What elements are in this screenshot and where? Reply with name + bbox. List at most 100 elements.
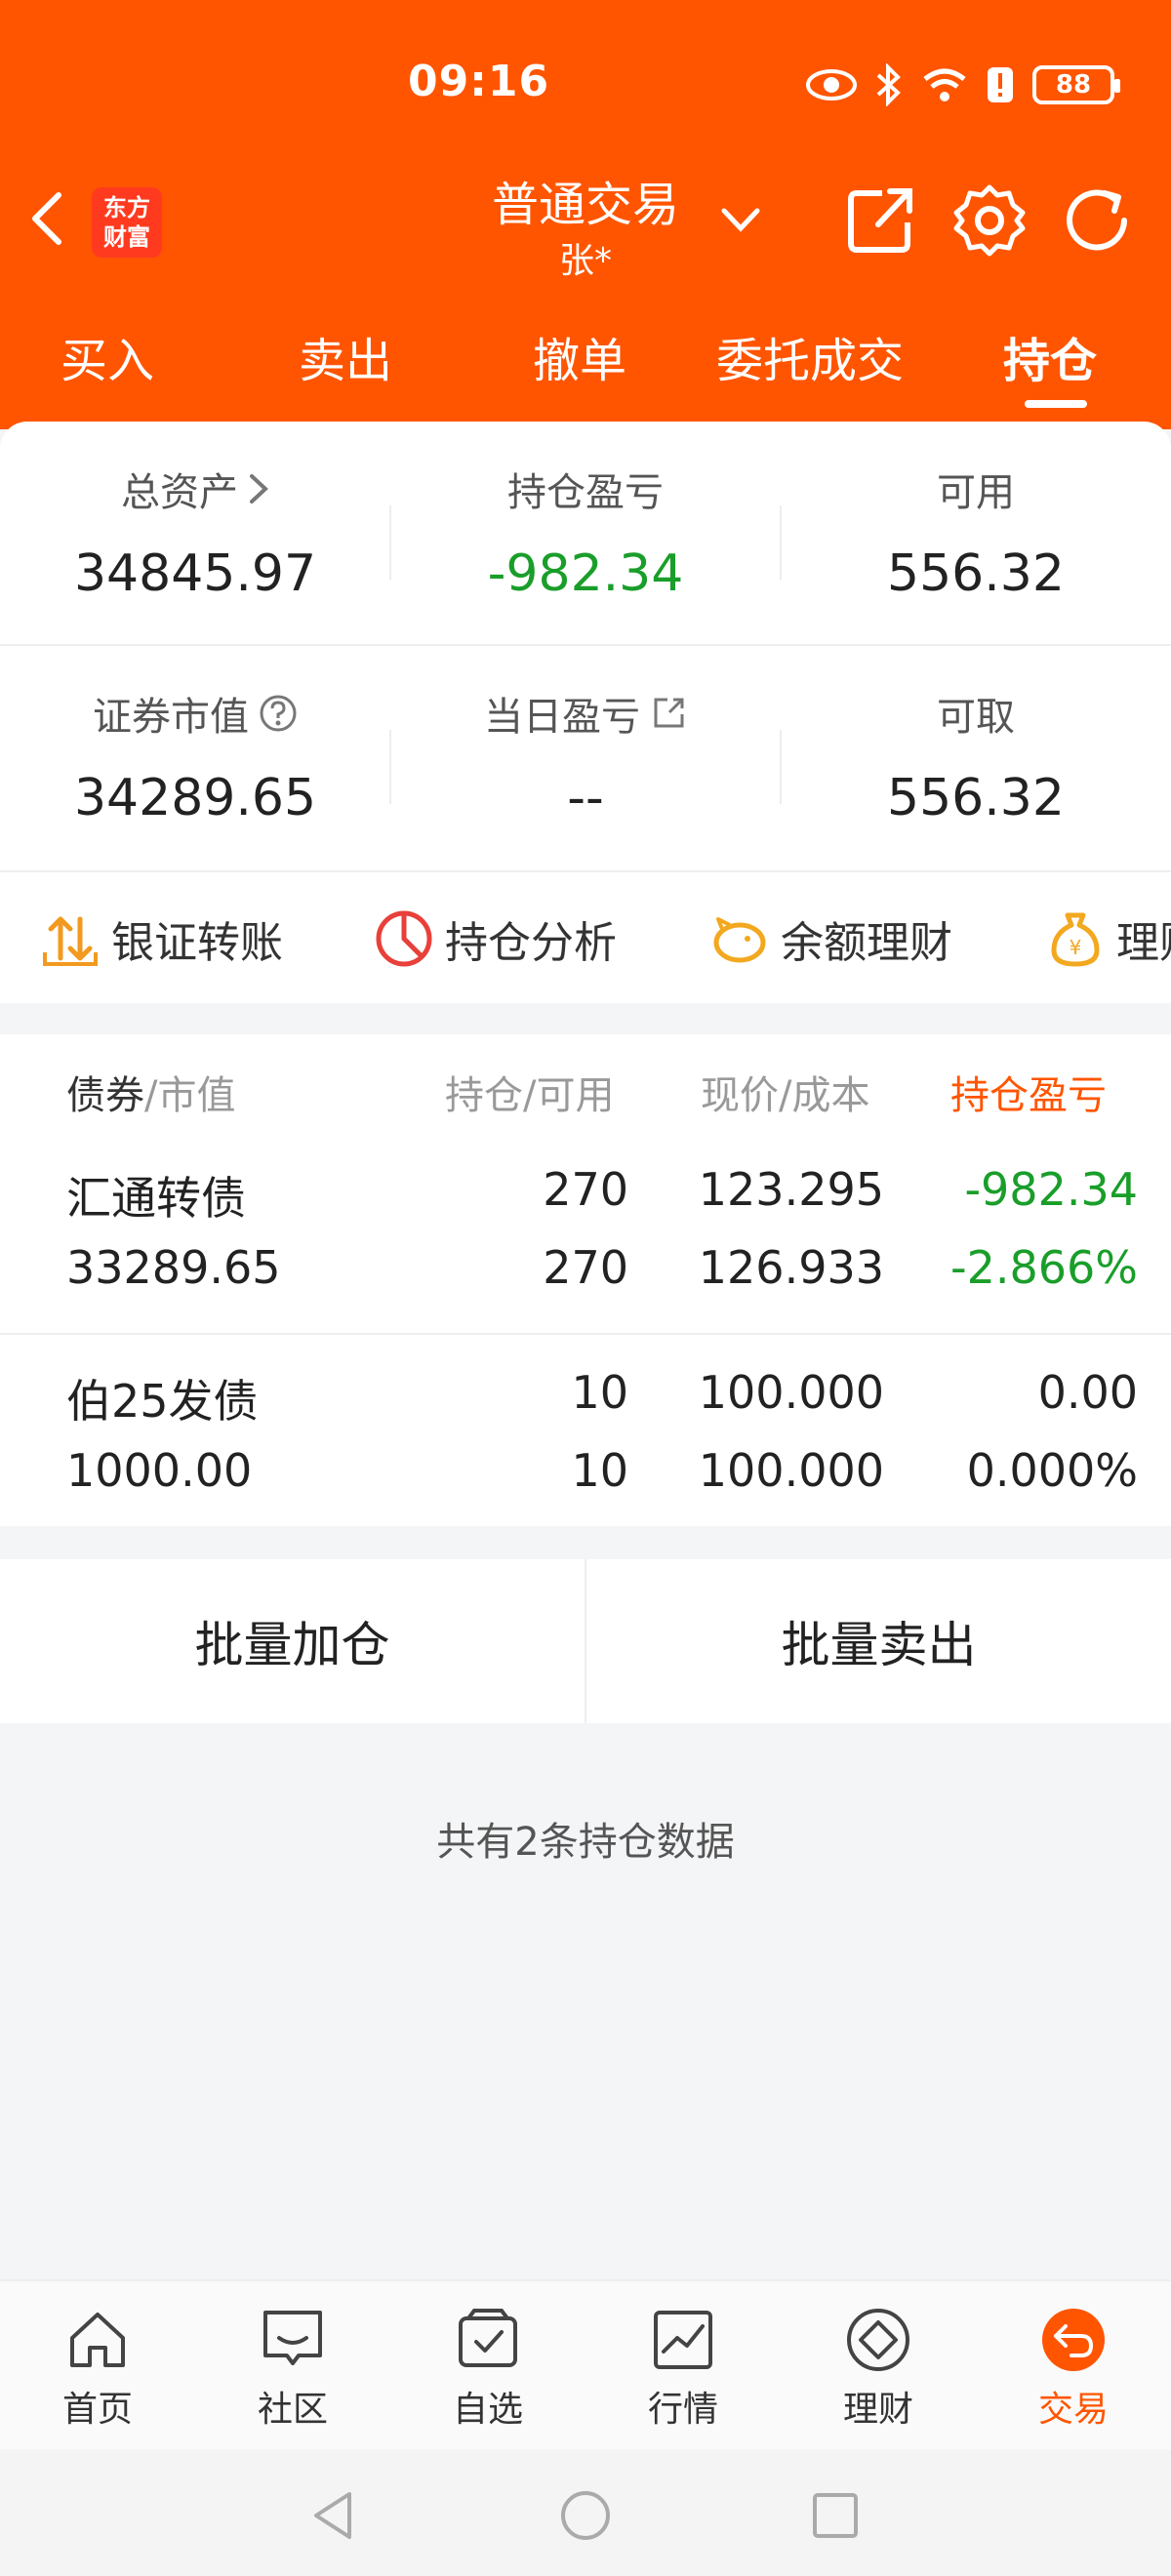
trade-return-icon bbox=[1042, 2309, 1105, 2371]
gear-icon[interactable] bbox=[952, 183, 1027, 258]
market-value-value: 34289.65 bbox=[73, 769, 317, 827]
bond-available: 270 bbox=[543, 1241, 628, 1294]
shortcut-position-analysis[interactable]: 持仓分析 bbox=[373, 906, 617, 972]
position-pl: 持仓盈亏 -982.34 bbox=[390, 422, 781, 648]
available-value: 556.32 bbox=[887, 544, 1065, 603]
share-icon[interactable] bbox=[843, 183, 917, 258]
bond-market-value: 1000.00 bbox=[66, 1444, 253, 1497]
chat-icon bbox=[263, 2311, 322, 2365]
position-pl-value: -982.34 bbox=[487, 544, 684, 603]
bond-cost: 126.933 bbox=[698, 1241, 884, 1294]
pie-chart-icon bbox=[376, 910, 432, 967]
bond-position: 10 bbox=[571, 1366, 628, 1419]
nav-market[interactable]: 行情 bbox=[586, 2305, 781, 2432]
nav-wealth[interactable]: 理财 bbox=[781, 2305, 976, 2432]
bond-available: 10 bbox=[571, 1444, 628, 1497]
tab-orders[interactable]: 委托成交 bbox=[716, 322, 904, 390]
nav-home[interactable]: 首页 bbox=[0, 2305, 195, 2432]
total-assets-label: 总资产 bbox=[121, 470, 238, 515]
bond-price: 100.000 bbox=[698, 1366, 884, 1419]
table-row[interactable]: 伯25发债 1000.00 10 10 100.000 100.000 0.00… bbox=[0, 1366, 1171, 1561]
total-assets[interactable]: 总资产 34845.97 bbox=[0, 422, 390, 648]
app-logo: 东方 财富 bbox=[92, 187, 162, 258]
help-icon[interactable] bbox=[259, 694, 298, 733]
account-summary: 总资产 34845.97 持仓盈亏 -982.34 可用 556.32 证券市值… bbox=[0, 422, 1171, 870]
refresh-icon[interactable] bbox=[1060, 183, 1134, 258]
batch-actions: 批量加仓 批量卖出 bbox=[0, 1559, 1171, 1723]
account-name: 张* bbox=[558, 241, 612, 281]
withdrawable-label: 可取 bbox=[937, 695, 1015, 740]
external-link-icon[interactable] bbox=[650, 695, 687, 732]
system-nav-bar bbox=[0, 2449, 1171, 2576]
bond-pl-pct: -2.866% bbox=[950, 1241, 1138, 1294]
bond-price: 123.295 bbox=[698, 1163, 884, 1216]
tab-buy[interactable]: 买入 bbox=[61, 322, 154, 390]
daily-pl-label: 当日盈亏 bbox=[484, 695, 640, 740]
available-label: 可用 bbox=[937, 470, 1015, 515]
shortcut-balance-wealth[interactable]: 余额理财 bbox=[708, 906, 952, 972]
bond-pl: 0.00 bbox=[1037, 1366, 1138, 1419]
wifi-icon bbox=[923, 68, 966, 101]
shortcut-bar: 银证转账 持仓分析 余额理财 ¥ 理财 bbox=[0, 870, 1171, 1003]
system-recents-icon[interactable] bbox=[806, 2486, 865, 2545]
shortcut-bank-transfer[interactable]: 银证转账 bbox=[39, 906, 283, 972]
summary-row-2: 证券市值 34289.65 当日盈亏 -- 可取 556.32 bbox=[0, 646, 1171, 872]
divider bbox=[389, 505, 391, 580]
active-tab-indicator bbox=[1025, 400, 1087, 408]
col-bond: 债券/市值 bbox=[66, 1073, 236, 1118]
shortcut-wealth[interactable]: ¥ 理财 bbox=[1044, 906, 1171, 972]
tab-positions[interactable]: 持仓 bbox=[1003, 322, 1097, 390]
battery-indicator: 88 bbox=[1032, 65, 1120, 104]
market-value: 证券市值 34289.65 bbox=[0, 646, 390, 872]
tab-cancel[interactable]: 撤单 bbox=[533, 322, 626, 390]
nav-bar: 东方 财富 普通交易 张* bbox=[0, 156, 1171, 283]
piggy-bank-icon bbox=[713, 917, 766, 963]
diamond-icon bbox=[847, 2309, 909, 2371]
trade-tabs: 买入 卖出 撤单 委托成交 持仓 bbox=[0, 322, 1171, 410]
bond-name: 伯25发债 bbox=[66, 1375, 259, 1428]
bond-position: 270 bbox=[543, 1163, 628, 1216]
table-header: 债券/市值 持仓/可用 现价/成本 持仓盈亏 bbox=[0, 1064, 1171, 1122]
batch-sell-button[interactable]: 批量卖出 bbox=[586, 1559, 1171, 1723]
divider bbox=[780, 505, 782, 580]
bond-pl: -982.34 bbox=[964, 1163, 1138, 1216]
divider bbox=[0, 1333, 1171, 1335]
bond-name: 汇通转债 bbox=[66, 1172, 246, 1225]
market-value-label: 证券市值 bbox=[93, 695, 249, 740]
bond-cost: 100.000 bbox=[698, 1444, 884, 1497]
trend-chart-icon bbox=[654, 2311, 712, 2369]
eye-icon bbox=[806, 69, 857, 101]
bottom-nav: 首页 社区 自选 行情 理财 交易 bbox=[0, 2279, 1171, 2449]
status-time: 09:16 bbox=[408, 57, 550, 106]
col-pl[interactable]: 持仓盈亏 bbox=[950, 1064, 1107, 1120]
nav-watchlist[interactable]: 自选 bbox=[390, 2305, 586, 2432]
batch-add-button[interactable]: 批量加仓 bbox=[0, 1559, 585, 1723]
position-pl-label: 持仓盈亏 bbox=[507, 470, 664, 515]
status-bar: 09:16 88 bbox=[0, 57, 1171, 115]
app-header: 09:16 88 东方 财富 普通交易 张* 买入 卖出 撤单 委托成交 持仓 bbox=[0, 0, 1171, 429]
back-arrow-icon[interactable] bbox=[25, 189, 68, 248]
nav-trade[interactable]: 交易 bbox=[976, 2305, 1171, 2432]
summary-row-1: 总资产 34845.97 持仓盈亏 -982.34 可用 556.32 bbox=[0, 422, 1171, 648]
available-cash: 可用 556.32 bbox=[781, 422, 1171, 648]
system-back-icon[interactable] bbox=[304, 2486, 363, 2545]
divider bbox=[389, 730, 391, 804]
chevron-right-icon bbox=[250, 474, 268, 503]
bond-market-value: 33289.65 bbox=[66, 1241, 281, 1294]
holdings-table: 债券/市值 持仓/可用 现价/成本 持仓盈亏 汇通转债 33289.65 270… bbox=[0, 1034, 1171, 1526]
withdrawable-value: 556.32 bbox=[887, 769, 1065, 827]
daily-pl: 当日盈亏 -- bbox=[390, 646, 781, 872]
page-title[interactable]: 普通交易 bbox=[439, 166, 732, 234]
divider bbox=[780, 730, 782, 804]
chevron-down-icon[interactable] bbox=[720, 205, 761, 234]
holdings-count: 共有2条持仓数据 bbox=[436, 1820, 735, 1865]
tab-sell[interactable]: 卖出 bbox=[299, 322, 392, 390]
withdrawable-cash: 可取 556.32 bbox=[781, 646, 1171, 872]
alert-icon bbox=[988, 67, 1013, 102]
total-assets-value: 34845.97 bbox=[73, 544, 317, 603]
table-row[interactable]: 汇通转债 33289.65 270 270 123.295 126.933 -9… bbox=[0, 1163, 1171, 1358]
system-home-icon[interactable] bbox=[556, 2486, 615, 2545]
nav-community[interactable]: 社区 bbox=[195, 2305, 390, 2432]
transfer-icon bbox=[43, 916, 98, 966]
bluetooth-icon bbox=[876, 63, 901, 106]
